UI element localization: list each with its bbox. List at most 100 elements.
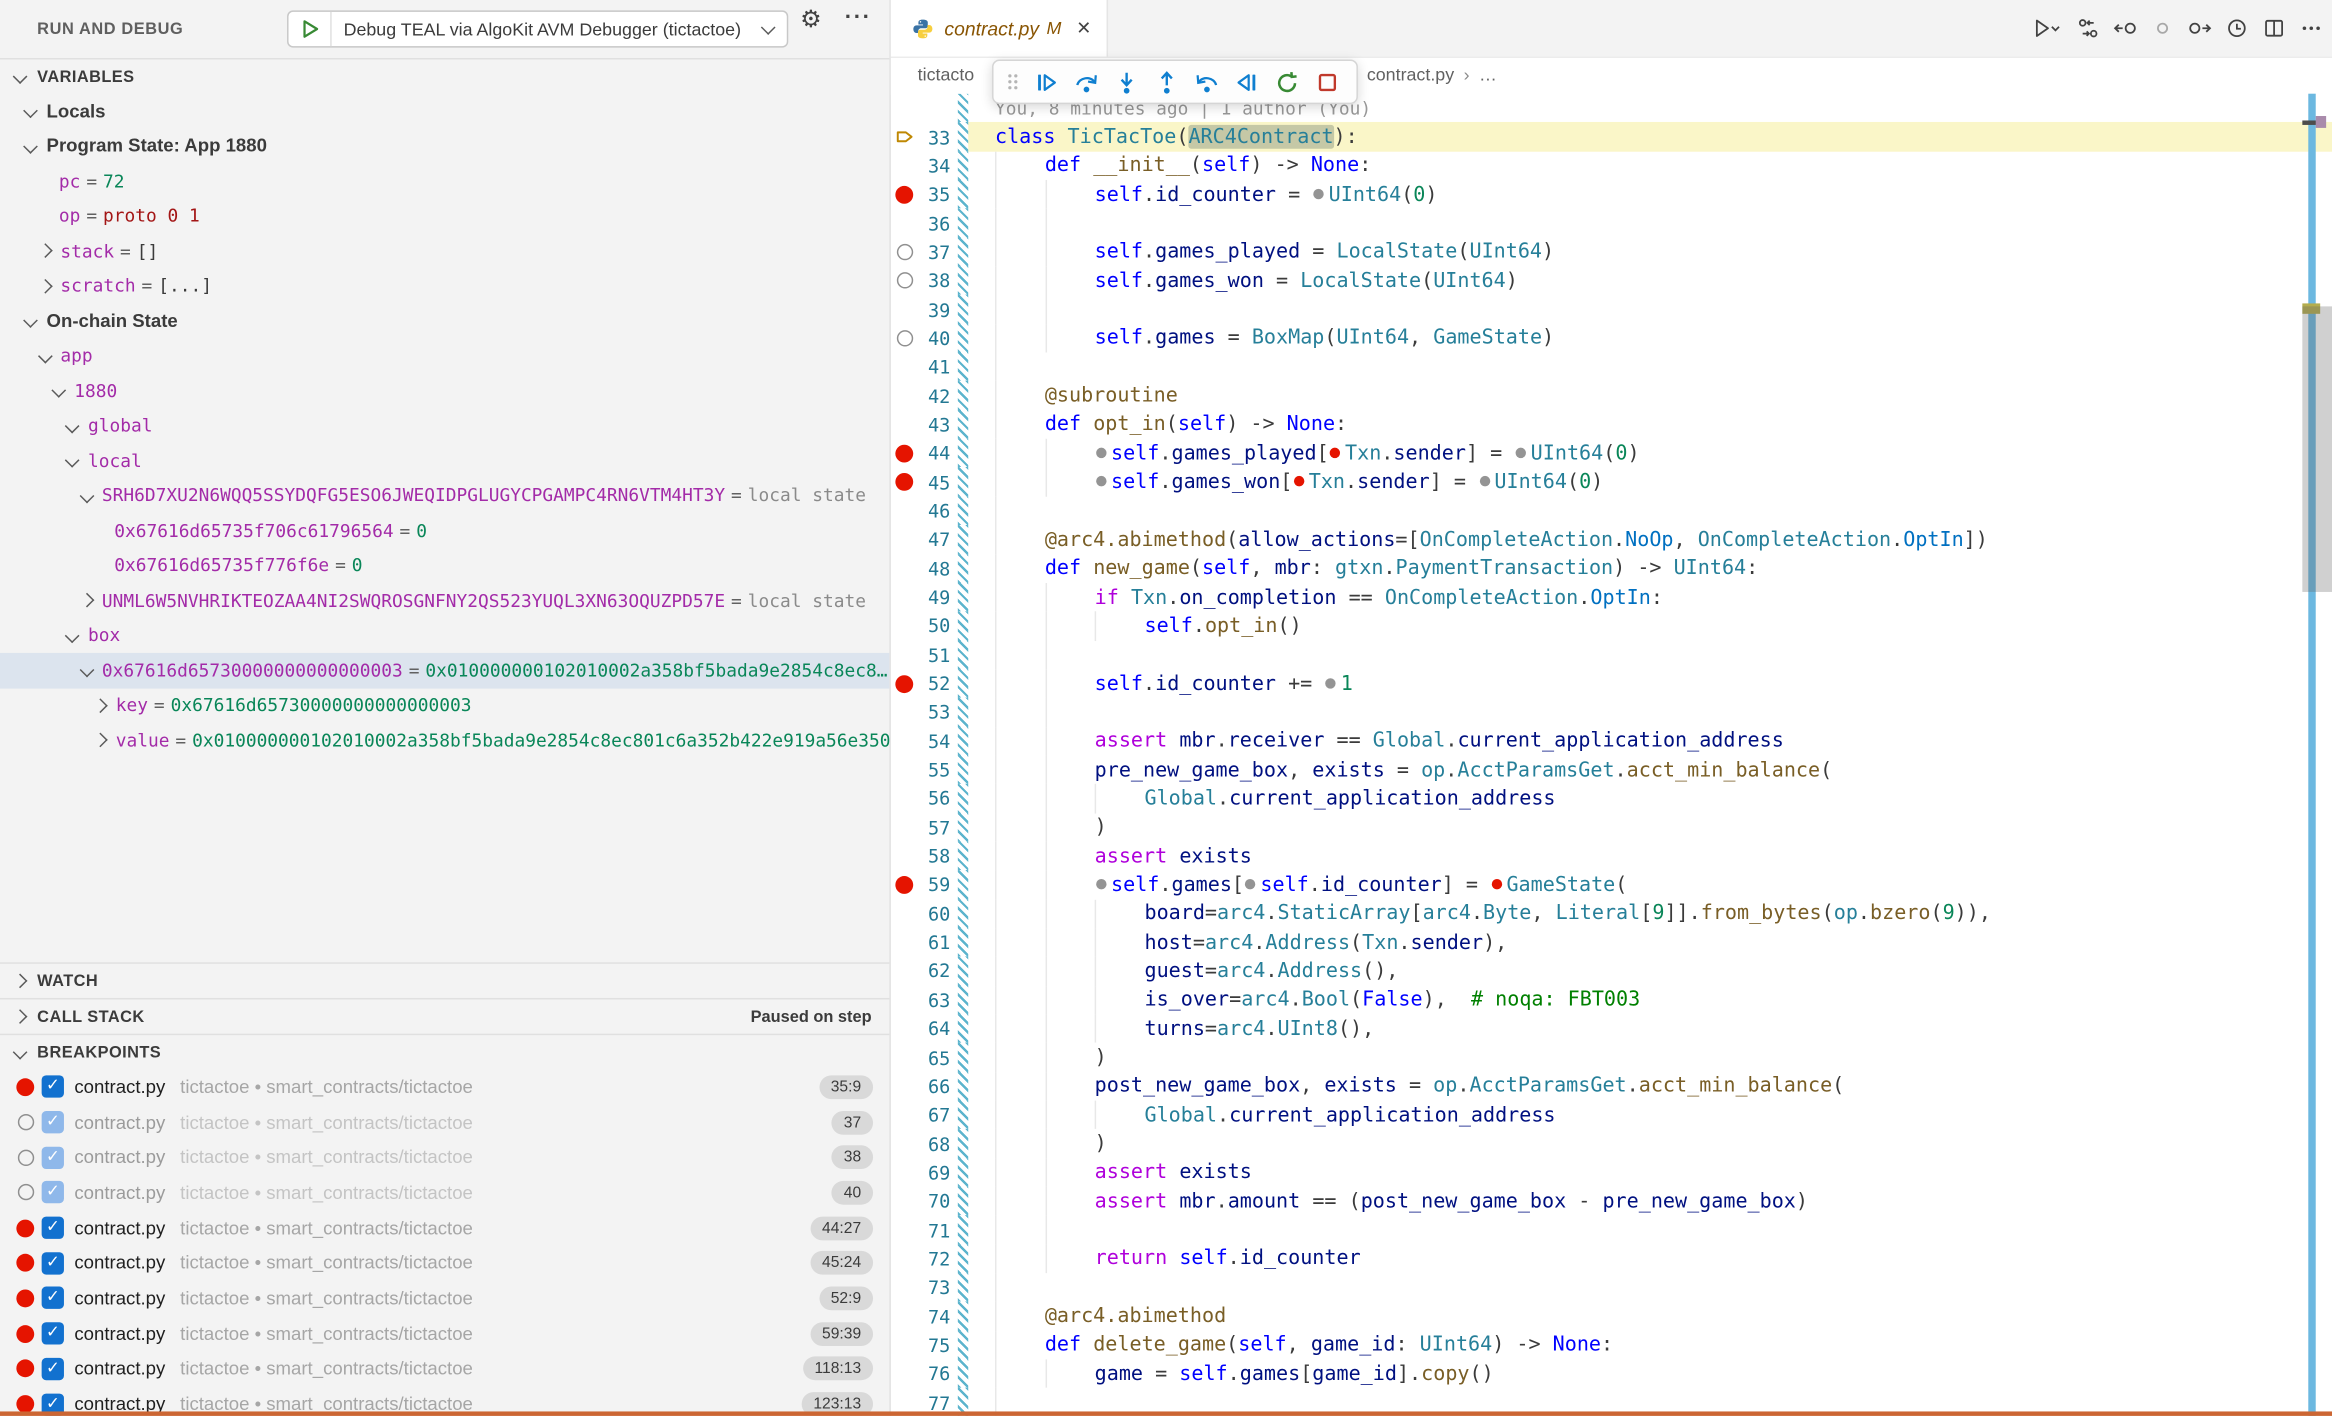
tree-variable-row[interactable]: stack=[] — [0, 234, 889, 269]
breakpoint-checkbox[interactable]: ✓ — [42, 1146, 64, 1168]
split-editor-icon[interactable] — [2262, 16, 2286, 40]
tree-variable-row[interactable]: 0x67616d65735f706c61796564=0 — [0, 513, 889, 548]
step-back-button[interactable] — [1187, 64, 1227, 100]
breakpoint-unverified-icon[interactable] — [896, 330, 912, 346]
code-line-content[interactable]: if Txn.on_completion == OnCompleteAction… — [968, 583, 2332, 612]
scrollbar-thumb[interactable] — [2302, 306, 2332, 592]
chevron-down-icon[interactable] — [51, 383, 66, 398]
breakpoint-checkbox[interactable]: ✓ — [42, 1182, 64, 1204]
code-line-content[interactable]: @subroutine — [968, 381, 2332, 410]
breakpoint-icon[interactable] — [895, 185, 913, 203]
tree-variable-row[interactable]: pc=72 — [0, 164, 889, 199]
breakpoint-gutter[interactable] — [891, 273, 918, 289]
breakpoint-gutter[interactable] — [891, 244, 918, 260]
tree-scope-on-chain-state[interactable]: On-chain State — [0, 303, 889, 338]
tree-variable-row[interactable]: 1880 — [0, 373, 889, 408]
code-line-content[interactable]: self.games_won[Txn.sender] = UInt64(0) — [968, 468, 2332, 497]
tab-contract-py[interactable]: contract.py M ✕ — [891, 0, 1108, 57]
previous-change-icon[interactable] — [2113, 16, 2137, 40]
breakpoint-row[interactable]: ✓contract.pytictactoe • smart_contracts/… — [0, 1140, 889, 1175]
code-line-content[interactable]: assert mbr.receiver == Global.current_ap… — [968, 727, 2332, 756]
breakpoint-gutter[interactable] — [891, 185, 918, 203]
chevron-down-icon[interactable] — [37, 348, 52, 363]
breakpoint-checkbox[interactable]: ✓ — [42, 1252, 64, 1274]
breakpoint-checkbox[interactable]: ✓ — [42, 1287, 64, 1309]
chevron-right-icon[interactable] — [79, 593, 94, 608]
tree-variable-row[interactable]: box — [0, 618, 889, 653]
tree-variable-row[interactable]: global — [0, 408, 889, 443]
step-into-button[interactable] — [1107, 64, 1147, 100]
chevron-down-icon[interactable] — [79, 663, 94, 678]
breakpoint-gutter[interactable] — [891, 876, 918, 894]
breakpoint-unverified-icon[interactable] — [896, 273, 912, 289]
breakpoint-unverified-icon[interactable] — [896, 244, 912, 260]
code-line-content[interactable]: post_new_game_box, exists = op.AcctParam… — [968, 1072, 2332, 1101]
tree-variable-row[interactable]: key=0x67616d65730000000000000003 — [0, 688, 889, 723]
code-line-content[interactable] — [968, 496, 2332, 525]
step-out-button[interactable] — [1147, 64, 1187, 100]
breakpoint-checkbox[interactable]: ✓ — [42, 1111, 64, 1133]
section-header-watch[interactable]: WATCH — [0, 962, 889, 998]
code-line-content[interactable]: ) — [968, 1043, 2332, 1072]
tree-variable-row[interactable]: scratch=[...] — [0, 268, 889, 303]
chevron-down-icon[interactable] — [24, 314, 39, 329]
breakpoint-row[interactable]: ✓contract.pytictactoe • smart_contracts/… — [0, 1351, 889, 1386]
tree-variable-row[interactable]: value=0x010000000102010002a358bf5bada9e2… — [0, 723, 889, 758]
tree-variable-row[interactable]: 0x67616d65735f776f6e=0 — [0, 548, 889, 583]
chevron-down-icon[interactable] — [24, 139, 39, 154]
compare-change-icon[interactable] — [2151, 16, 2175, 40]
tree-scope-locals[interactable]: Locals — [0, 94, 889, 129]
breakpoint-gutter[interactable] — [891, 675, 918, 693]
code-line-content[interactable]: self.games_played[Txn.sender] = UInt64(0… — [968, 439, 2332, 468]
tree-variable-row[interactable]: SRH6D7XU2N6WQQ5SSYDQFG5ESO6JWEQIDPGLUGYC… — [0, 478, 889, 513]
code-line-content[interactable]: guest=arc4.Address(), — [968, 957, 2332, 986]
code-line-content[interactable]: def delete_game(self, game_id: UInt64) -… — [968, 1331, 2332, 1360]
code-line-content[interactable]: self.games = BoxMap(UInt64, GameState) — [968, 324, 2332, 353]
code-line-content[interactable] — [968, 640, 2332, 669]
timeline-icon[interactable] — [2225, 16, 2249, 40]
breakpoint-row[interactable]: ✓contract.pytictactoe • smart_contracts/… — [0, 1246, 889, 1281]
restart-button[interactable] — [1267, 64, 1307, 100]
breakpoint-checkbox[interactable]: ✓ — [42, 1217, 64, 1239]
code-line-content[interactable]: self.id_counter = UInt64(0) — [968, 180, 2332, 209]
code-line-content[interactable]: class TicTacToe(ARC4Contract): — [968, 122, 2332, 151]
code-line-content[interactable] — [968, 1216, 2332, 1245]
inline-breakpoint-candidate-icon[interactable] — [1314, 188, 1324, 198]
section-header-call-stack[interactable]: CALL STACK Paused on step — [0, 998, 889, 1034]
overview-ruler[interactable] — [2302, 94, 2332, 1416]
chevron-down-icon[interactable] — [65, 453, 80, 468]
code-line-content[interactable]: self.games[self.id_counter] = GameState( — [968, 870, 2332, 899]
gear-icon[interactable]: ⚙ — [800, 4, 821, 34]
inline-breakpoint-candidate-icon[interactable] — [1480, 476, 1490, 486]
breakpoint-checkbox[interactable]: ✓ — [42, 1358, 64, 1380]
chevron-right-icon[interactable] — [93, 733, 108, 748]
code-line-content[interactable] — [968, 209, 2332, 238]
tree-variable-row[interactable]: 0x67616d65730000000000000003=0x010000000… — [0, 653, 889, 688]
code-line-content[interactable] — [968, 1273, 2332, 1302]
code-line-content[interactable]: @arc4.abimethod — [968, 1302, 2332, 1331]
code-line-content[interactable] — [968, 698, 2332, 727]
inline-breakpoint-candidate-icon[interactable] — [1326, 678, 1336, 688]
chevron-down-icon[interactable] — [65, 418, 80, 433]
inline-breakpoint-icon[interactable] — [1330, 447, 1340, 457]
close-icon[interactable]: ✕ — [1076, 18, 1091, 39]
code-line-content[interactable]: turns=arc4.UInt8(), — [968, 1014, 2332, 1043]
breakpoint-gutter[interactable] — [891, 444, 918, 462]
breakpoint-gutter[interactable] — [891, 126, 918, 147]
code-line-content[interactable]: ) — [968, 1129, 2332, 1158]
breadcrumb-item-file[interactable]: contract.py — [1367, 64, 1454, 85]
code-line-content[interactable]: pre_new_game_box, exists = op.AcctParams… — [968, 755, 2332, 784]
code-line-content[interactable]: game = self.games[game_id].copy() — [968, 1360, 2332, 1389]
code-line-content[interactable]: self.id_counter += 1 — [968, 669, 2332, 698]
section-header-breakpoints[interactable]: BREAKPOINTS — [0, 1034, 889, 1070]
next-change-icon[interactable] — [2188, 16, 2212, 40]
stop-button[interactable] — [1307, 64, 1347, 100]
run-python-icon[interactable] — [2030, 16, 2063, 40]
breakpoint-row[interactable]: ✓contract.pytictactoe • smart_contracts/… — [0, 1281, 889, 1316]
chevron-right-icon[interactable] — [37, 244, 52, 259]
code-line-content[interactable]: def __init__(self) -> None: — [968, 151, 2332, 180]
tree-variable-row[interactable]: UNML6W5NVHRIKTEOZAA4NI2SWQROSGNFNY2QS523… — [0, 583, 889, 618]
open-changes-icon[interactable] — [2076, 16, 2100, 40]
breakpoint-gutter[interactable] — [891, 330, 918, 346]
continue-button[interactable] — [1026, 64, 1066, 100]
